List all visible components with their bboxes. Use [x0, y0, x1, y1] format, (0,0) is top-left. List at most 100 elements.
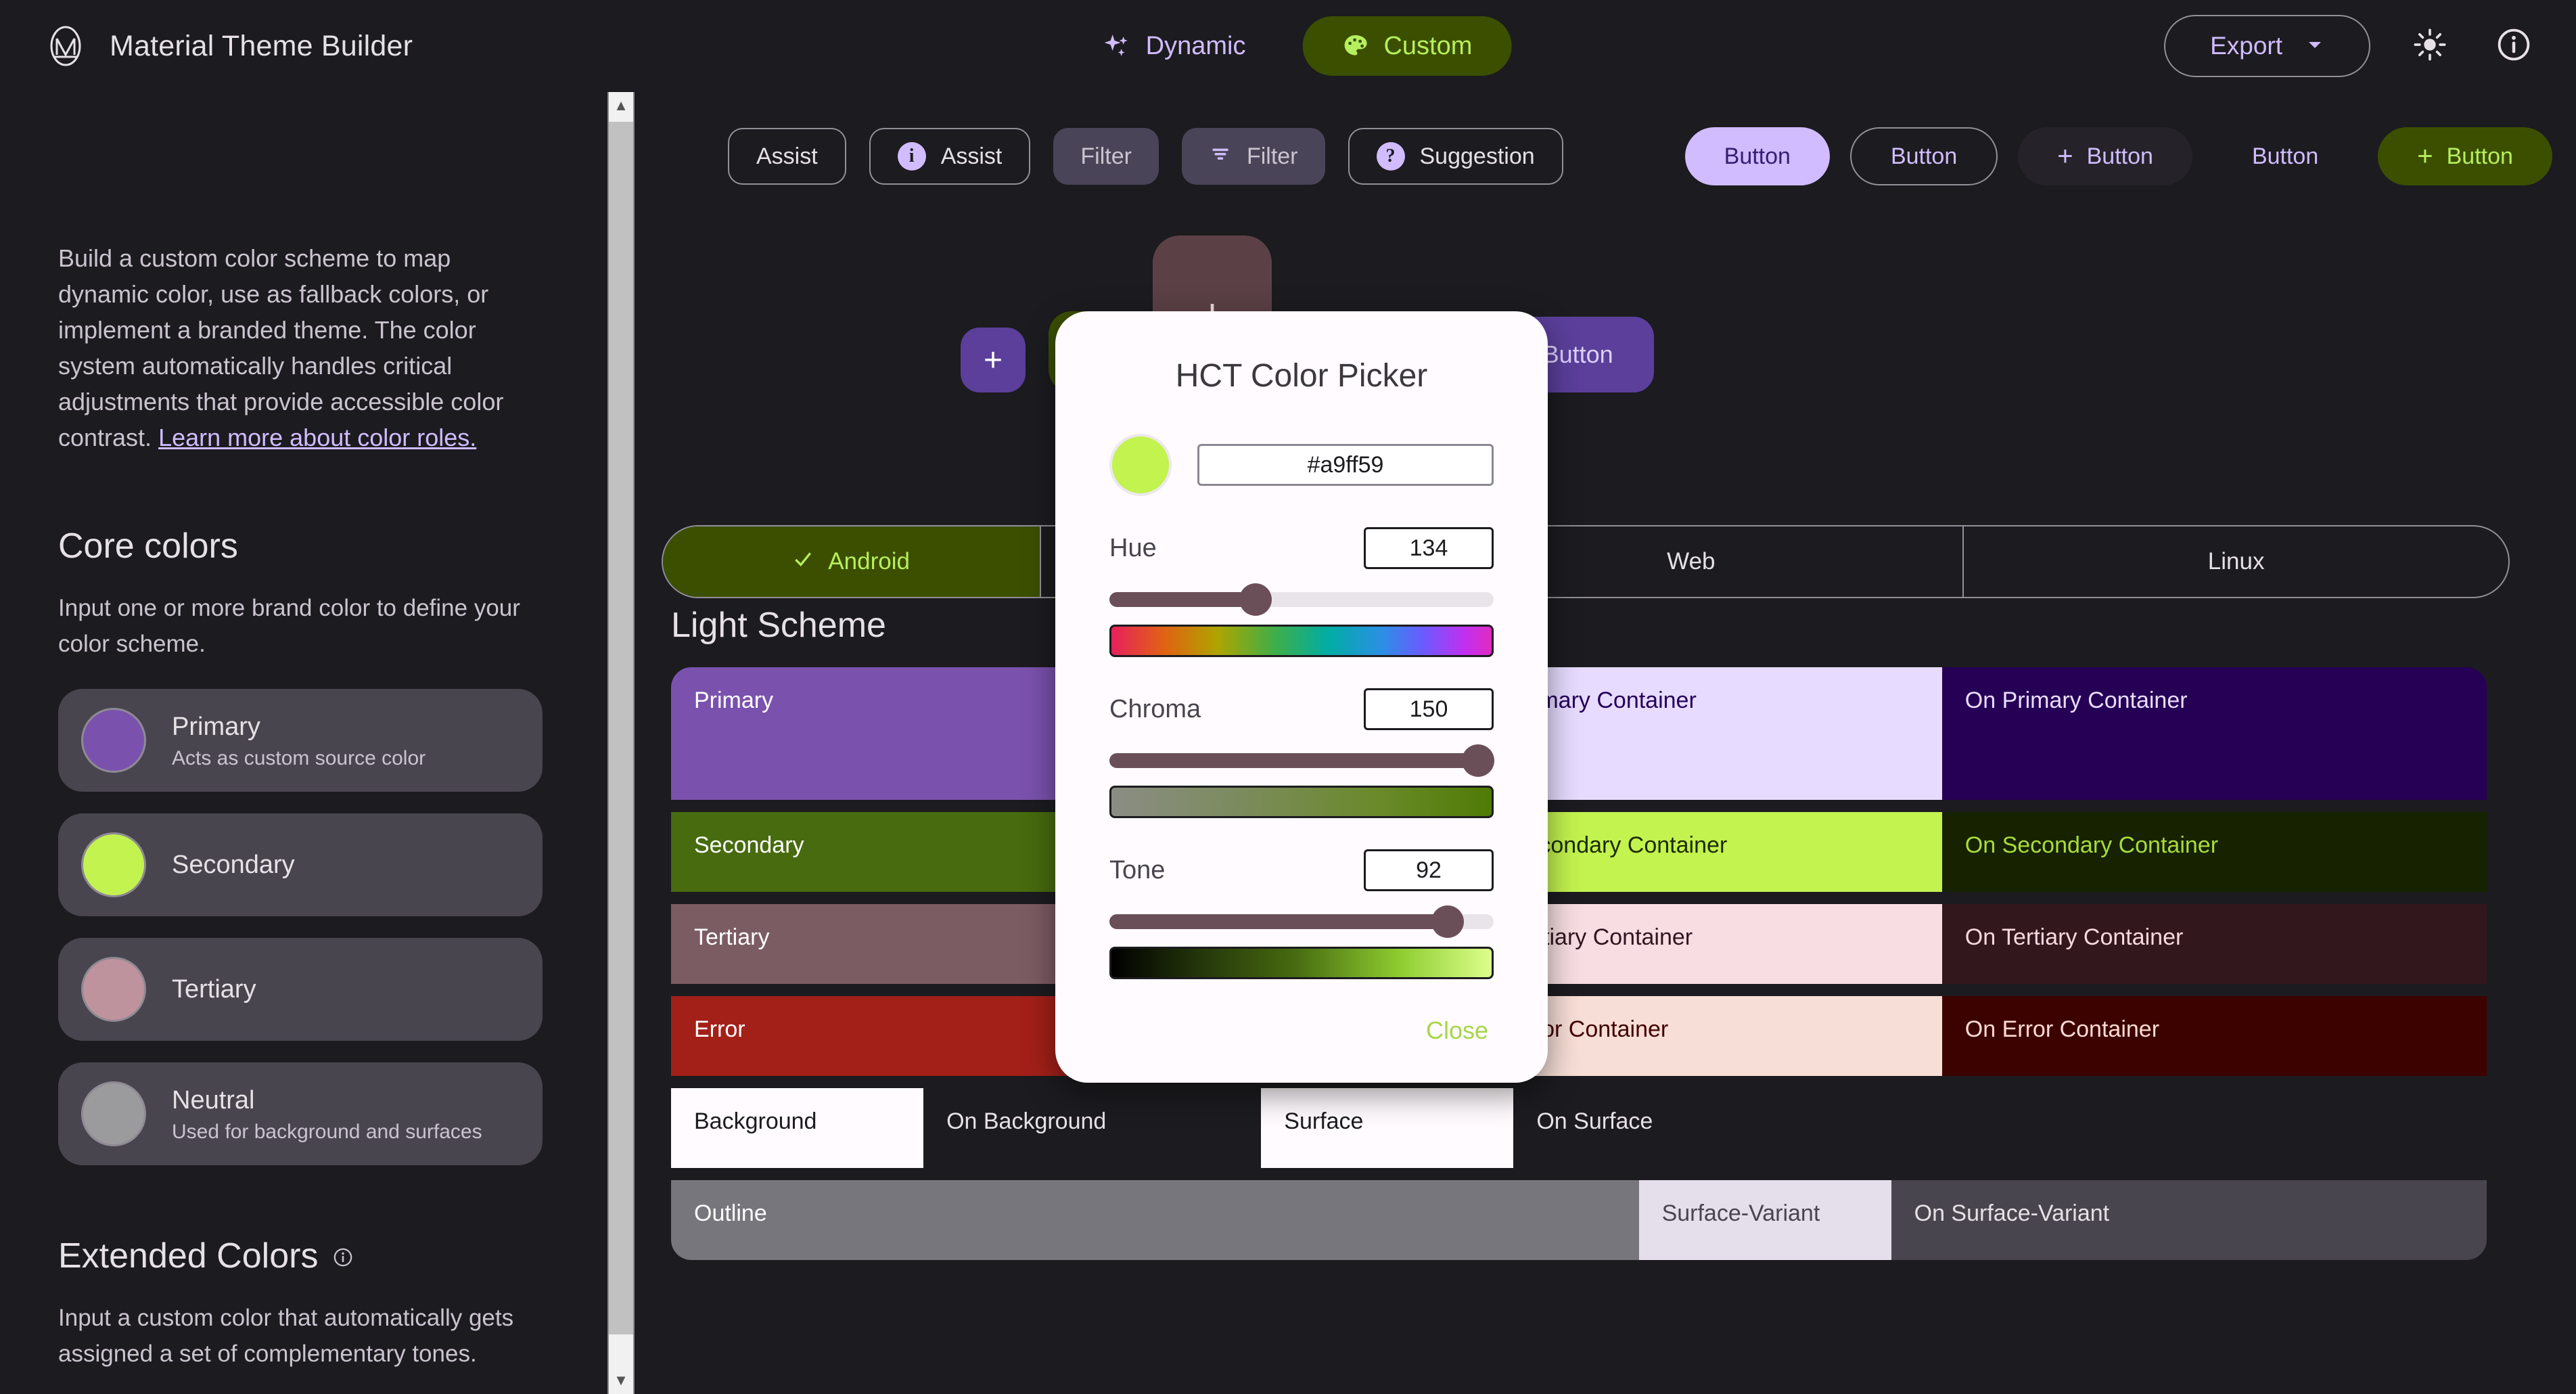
color-role-label: On Tertiary Container	[1964, 924, 2184, 950]
color-role-cell[interactable]: On Surface	[1513, 1088, 2487, 1168]
chip-label: Filter	[1246, 143, 1298, 169]
export-button[interactable]: Export	[2164, 15, 2370, 77]
color-role-label: On Surface-Variant	[1914, 1200, 2110, 1226]
color-role-cell[interactable]: On Primary Container	[1941, 667, 2487, 800]
plus-icon: +	[983, 342, 1003, 378]
core-colors-list: Primary Acts as custom source color Seco…	[58, 689, 543, 1166]
mode-chip-dynamic-label: Dynamic	[1145, 31, 1246, 60]
scroll-down-arrow-icon[interactable]: ▼	[609, 1367, 633, 1394]
hue-value-input[interactable]: 134	[1364, 527, 1494, 569]
row-gap	[671, 1168, 2487, 1180]
chroma-gradient-bar	[1109, 786, 1494, 818]
help-icon: ?	[1376, 142, 1405, 171]
chip-label: Assist	[756, 143, 818, 169]
chroma-header: Chroma 150	[1109, 688, 1494, 730]
hue-slider-block: Hue 134	[1109, 527, 1494, 657]
material-m-logo-icon	[45, 25, 87, 67]
platform-tabs: Android Web Linux	[662, 525, 2510, 598]
core-color-desc: Used for background and surfaces	[172, 1121, 482, 1144]
core-color-secondary[interactable]: Secondary	[58, 813, 543, 917]
core-color-neutral[interactable]: Neutral Used for background and surfaces	[58, 1062, 543, 1166]
color-role-row: ErrorOn ErrorError ContainerOn Error Con…	[671, 996, 2487, 1076]
core-color-swatch[interactable]	[81, 957, 146, 1022]
info-circle-icon[interactable]	[333, 1236, 353, 1276]
color-role-row: Background On Background Surface On Surface	[671, 1088, 2487, 1168]
chip-label: Filter	[1080, 143, 1132, 169]
color-role-row: TertiaryOn TertiaryTertiary ContainerOn …	[671, 904, 2487, 984]
fab-small[interactable]: +	[961, 328, 1026, 392]
core-color-primary[interactable]: Primary Acts as custom source color	[58, 689, 543, 792]
tone-gradient-bar	[1109, 947, 1494, 979]
core-color-name: Tertiary	[172, 974, 256, 1004]
core-color-swatch[interactable]	[81, 708, 146, 773]
color-role-cell[interactable]: Error Container	[1488, 996, 1942, 1076]
core-color-swatch[interactable]	[81, 1081, 146, 1147]
color-role-cell[interactable]: Surface	[1261, 1088, 1514, 1168]
platform-tab-label: Linux	[2207, 548, 2265, 575]
check-icon	[793, 548, 813, 575]
sidebar-intro-text: Build a custom color scheme to map dynam…	[58, 244, 504, 451]
hue-gradient-bar	[1109, 625, 1494, 657]
hue-slider-fill	[1109, 592, 1256, 607]
color-role-cell[interactable]: Primary Container	[1488, 667, 1942, 800]
button-green[interactable]: + Button	[2378, 127, 2552, 185]
color-role-cell[interactable]: On Secondary Container	[1941, 812, 2487, 892]
color-role-cell[interactable]: On Error Container	[1941, 996, 2487, 1076]
platform-tab-linux[interactable]: Linux	[1964, 526, 2508, 597]
theme-toggle-button[interactable]	[2406, 22, 2454, 70]
color-role-cell[interactable]: On Background	[923, 1088, 1262, 1168]
chroma-slider-knob[interactable]	[1462, 744, 1495, 777]
dialog-close-button[interactable]: Close	[1426, 1016, 1488, 1045]
core-color-tertiary[interactable]: Tertiary	[58, 938, 543, 1041]
button-label: Button	[2086, 143, 2153, 169]
hue-slider-knob[interactable]	[1239, 583, 1272, 616]
color-role-label: On Background	[946, 1108, 1107, 1134]
chip-filter-selected[interactable]: Filter	[1053, 128, 1159, 185]
color-role-cell[interactable]: On Tertiary Container	[1941, 904, 2487, 984]
tone-value-input[interactable]: 92	[1364, 849, 1494, 891]
row-gap	[671, 1076, 2487, 1088]
row-gap	[671, 800, 2487, 812]
platform-tab-android[interactable]: Android	[663, 526, 1042, 597]
hue-slider[interactable]	[1109, 583, 1494, 616]
hex-row: #a9ff59	[1109, 434, 1494, 496]
color-role-cell[interactable]: Outline	[671, 1180, 1639, 1260]
color-roles-link[interactable]: Learn more about color roles.	[158, 424, 476, 451]
button-tonal[interactable]: + Button	[2018, 127, 2192, 185]
color-role-cell[interactable]: Surface-Variant	[1638, 1180, 1891, 1260]
tone-slider[interactable]	[1109, 905, 1494, 938]
core-color-name: Neutral	[172, 1085, 255, 1115]
app-title: Material Theme Builder	[110, 29, 413, 62]
button-outlined[interactable]: Button	[1849, 127, 1998, 185]
scroll-up-arrow-icon[interactable]: ▲	[609, 92, 633, 119]
tone-slider-knob[interactable]	[1431, 905, 1464, 938]
core-colors-description: Input one or more brand color to define …	[58, 595, 520, 657]
color-role-label: Outline	[694, 1200, 767, 1226]
info-button[interactable]	[2489, 22, 2538, 70]
chroma-slider[interactable]	[1109, 744, 1495, 777]
chip-filter-icon[interactable]: Filter	[1181, 128, 1325, 185]
chroma-label: Chroma	[1109, 694, 1201, 723]
sparkle-icon	[1104, 32, 1131, 60]
chroma-slider-fill	[1109, 753, 1479, 768]
mode-chip-dynamic[interactable]: Dynamic	[1065, 16, 1285, 76]
chroma-value-input[interactable]: 150	[1364, 688, 1494, 730]
hex-input[interactable]: #a9ff59	[1197, 444, 1494, 486]
chip-assist-icon[interactable]: i Assist	[869, 128, 1031, 185]
button-text[interactable]: Button	[2213, 127, 2358, 185]
chip-suggestion[interactable]: ? Suggestion	[1348, 128, 1563, 185]
color-role-cell[interactable]: Tertiary Container	[1488, 904, 1942, 984]
sun-icon	[2412, 27, 2447, 66]
color-role-cell[interactable]: Secondary Container	[1488, 812, 1942, 892]
core-color-swatch[interactable]	[81, 832, 146, 898]
chip-assist-outlined[interactable]: Assist	[728, 128, 846, 185]
hue-label: Hue	[1109, 533, 1157, 562]
hue-header: Hue 134	[1109, 527, 1494, 569]
top-bar-actions: Export	[2164, 15, 2538, 77]
color-role-cell[interactable]: Background	[671, 1088, 924, 1168]
scrollbar-thumb[interactable]	[609, 122, 633, 1334]
sidebar-scrollbar[interactable]: ▲ ▼	[607, 92, 635, 1394]
button-filled[interactable]: Button	[1684, 127, 1830, 185]
mode-chip-custom[interactable]: Custom	[1302, 16, 1512, 76]
color-role-cell[interactable]: On Surface-Variant	[1891, 1180, 2487, 1260]
